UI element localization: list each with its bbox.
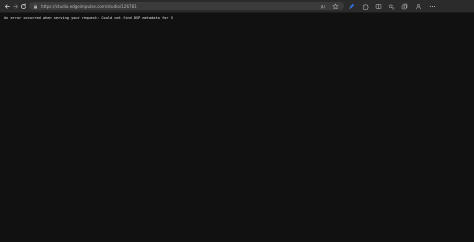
star-icon [332,3,338,9]
split-screen-button[interactable] [374,2,382,10]
back-button[interactable] [3,2,11,10]
profile-button[interactable] [414,2,422,10]
pen-extension-button[interactable] [347,2,355,10]
favorites-icon [388,3,394,9]
extensions-button[interactable] [361,2,369,10]
pen-extension-icon [348,3,354,9]
favorite-button[interactable] [331,2,339,10]
refresh-icon [20,3,26,9]
back-arrow-icon [4,3,10,9]
puzzle-icon [362,3,369,10]
page-content: An error occurred when serving your requ… [0,13,474,242]
lock-icon[interactable] [33,4,38,9]
profile-icon [415,3,421,9]
more-icon [429,5,435,7]
refresh-button[interactable] [19,2,27,10]
error-message: An error occurred when serving your requ… [4,16,173,20]
split-screen-icon [375,3,381,9]
address-bar[interactable]: https://studio.edgeimpulse.com/studio/12… [29,2,344,10]
browser-window: https://studio.edgeimpulse.com/studio/12… [0,0,474,242]
read-aloud-button[interactable]: A [319,2,327,10]
url-text[interactable]: https://studio.edgeimpulse.com/studio/12… [41,4,137,9]
favorites-button[interactable] [387,2,395,10]
forward-arrow-icon [12,3,18,9]
collections-icon [401,3,407,9]
forward-button[interactable] [11,2,19,10]
browser-toolbar: https://studio.edgeimpulse.com/studio/12… [0,0,474,13]
svg-text:A: A [320,4,323,9]
read-aloud-icon: A [320,4,325,9]
more-button[interactable] [428,2,436,10]
collections-button[interactable] [400,2,408,10]
